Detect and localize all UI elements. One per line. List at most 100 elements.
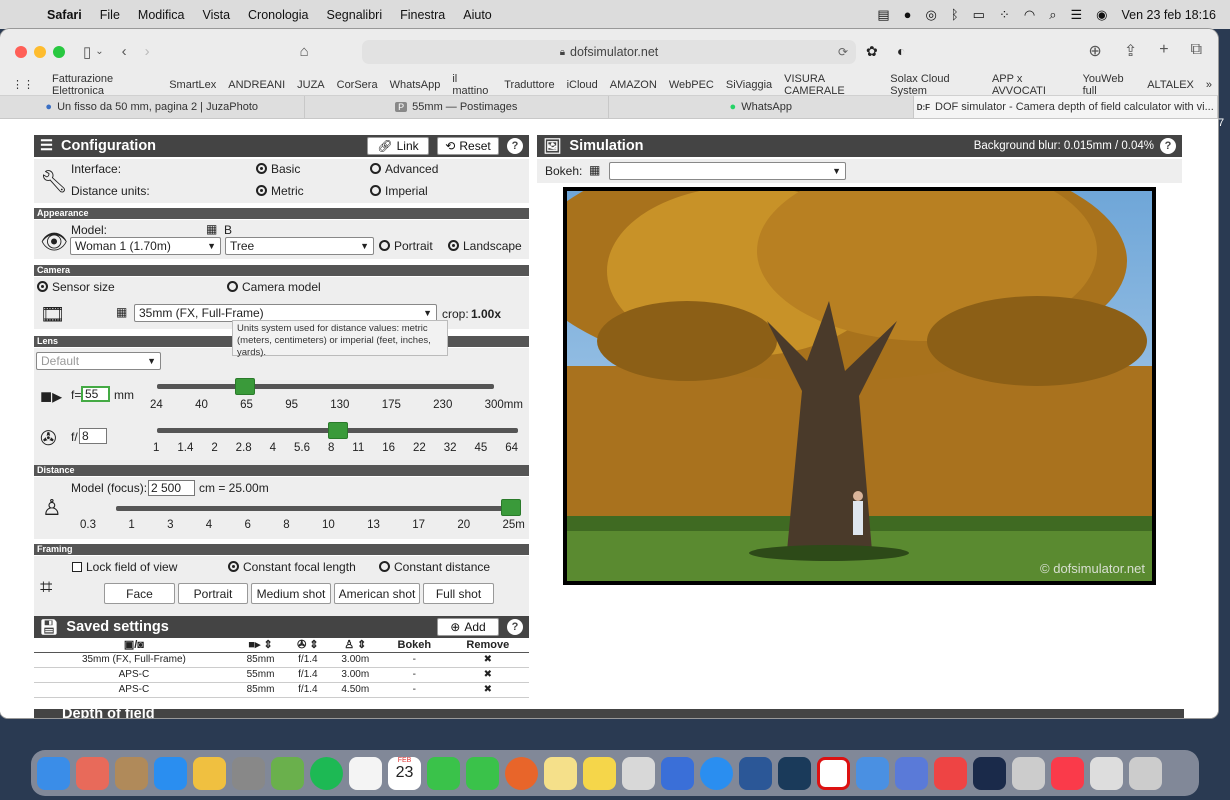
lens-select[interactable]: Default ▼ (36, 352, 161, 370)
help-icon[interactable]: ? (1160, 138, 1176, 154)
share-icon[interactable]: ⇪ (1124, 41, 1137, 61)
menu-bookmarks[interactable]: Segnalibri (318, 8, 392, 22)
extension-icon[interactable]: ✿ (866, 43, 878, 60)
vpn-icon[interactable] (973, 756, 1006, 790)
menu-edit[interactable]: Modifica (129, 8, 194, 22)
sensor-size-radio[interactable]: Sensor size (37, 280, 115, 294)
preview-icon[interactable] (895, 756, 928, 790)
model-select[interactable]: Woman 1 (1.70m) ▼ (70, 237, 221, 255)
bokeh-select[interactable]: ▼ (609, 162, 846, 180)
tab-whatsapp[interactable]: ● WhatsApp (609, 96, 914, 118)
chevron-down-icon[interactable]: ⌄ (95, 46, 103, 57)
reset-button[interactable]: ⟲ Reset (437, 137, 499, 155)
fav-item[interactable]: VISURA CAMERALE (778, 73, 884, 97)
distance-slider-handle[interactable] (501, 499, 521, 516)
printer-icon[interactable]: ▤ (877, 7, 889, 23)
remove-icon[interactable]: ✖ (446, 682, 529, 698)
finder-icon[interactable] (37, 756, 70, 790)
menu-history[interactable]: Cronologia (239, 8, 317, 22)
messages-icon[interactable] (427, 756, 460, 790)
full-shot-button[interactable]: Full shot (423, 583, 494, 604)
grid-icon[interactable]: ⋮⋮ (0, 78, 46, 91)
tab-juzaphoto[interactable]: ● Un fisso da 50 mm, pagina 2 | JuzaPhoto (0, 96, 305, 118)
fav-item[interactable]: CorSera (331, 79, 384, 91)
circle-icon[interactable]: ● (904, 7, 912, 22)
music-icon[interactable] (1051, 756, 1084, 790)
focal-slider-handle[interactable] (234, 378, 255, 395)
firefox-icon[interactable] (505, 756, 538, 790)
menu-file[interactable]: File (91, 8, 129, 22)
fav-item[interactable]: Traduttore (498, 79, 560, 91)
facetime-icon[interactable] (466, 756, 499, 790)
dots-icon[interactable]: ⁘ (999, 7, 1010, 23)
reload-icon[interactable]: ⟳ (838, 45, 848, 59)
sidebar-icon[interactable]: ▯ (83, 43, 91, 61)
menu-view[interactable]: Vista (193, 8, 239, 22)
new-tab-icon[interactable]: + (1159, 41, 1168, 61)
wifi-icon[interactable]: ◠ (1024, 7, 1035, 23)
grid-icon[interactable]: ▦ (116, 305, 127, 319)
remove-icon[interactable]: ✖ (446, 652, 529, 668)
pdf-icon[interactable] (622, 756, 655, 790)
contacts-icon[interactable] (115, 756, 148, 790)
background-select[interactable]: Tree ▼ (225, 237, 374, 255)
american-shot-button[interactable]: American shot (334, 583, 420, 604)
focal-slider-track[interactable] (157, 384, 494, 389)
minimize-button[interactable] (34, 45, 46, 58)
fav-item[interactable]: JUZA (291, 79, 331, 91)
fav-item[interactable]: AMAZON (604, 79, 663, 91)
focal-col[interactable]: ■▸ ⇕ (233, 638, 288, 653)
interface-advanced-radio[interactable]: Advanced (370, 162, 438, 176)
fav-item[interactable]: Fatturazione Elettronica (46, 73, 163, 97)
fav-item[interactable]: ALTALEX (1141, 79, 1200, 91)
calculator-icon[interactable] (778, 756, 811, 790)
aperture-slider-handle[interactable] (327, 422, 348, 439)
focus-input[interactable]: 2 500 (148, 480, 195, 496)
trash-icon[interactable] (1129, 756, 1162, 790)
spotify-icon[interactable] (310, 756, 343, 790)
fav-item[interactable]: iCloud (561, 79, 604, 91)
landscape-radio[interactable]: Landscape (448, 239, 522, 253)
siri-icon[interactable]: ◉ (1096, 7, 1107, 23)
medium-shot-button[interactable]: Medium shot (251, 583, 331, 604)
back-icon[interactable]: ‹ (122, 43, 127, 60)
constant-focal-radio[interactable]: Constant focal length (228, 560, 356, 574)
address-bar[interactable]: 🔒︎ dofsimulator.net ⟳ (362, 40, 856, 64)
constant-distance-radio[interactable]: Constant distance (379, 560, 490, 574)
forward-icon[interactable]: › (145, 43, 150, 60)
menu-help[interactable]: Aiuto (454, 8, 501, 22)
more-favorites-icon[interactable]: » (1200, 79, 1218, 91)
portrait-radio[interactable]: Portrait (379, 239, 433, 253)
calendar-icon[interactable]: FEB 23 (388, 756, 421, 790)
units-metric-radio[interactable]: Metric (256, 184, 304, 198)
portrait-button[interactable]: Portrait (178, 583, 248, 604)
interface-basic-radio[interactable]: Basic (256, 162, 300, 176)
bokeh-col[interactable]: Bokeh (382, 638, 447, 653)
help-icon[interactable]: ? (507, 619, 523, 635)
tab-dof-simulator[interactable]: D:F DOF simulator - Camera depth of field… (913, 96, 1218, 118)
scanner-icon[interactable] (1012, 756, 1045, 790)
help-icon[interactable]: ? (507, 138, 523, 154)
fav-item[interactable]: YouWeb full (1077, 73, 1142, 97)
photos-icon[interactable] (193, 756, 226, 790)
aperture-col[interactable]: ✇ ⇕ (287, 638, 329, 653)
mail-icon[interactable] (856, 756, 889, 790)
tab-postimages[interactable]: P 55mm — Postimages (305, 96, 609, 118)
fav-item[interactable]: SmartLex (163, 79, 222, 91)
grid-icon[interactable]: ▦ (206, 222, 217, 236)
close-button[interactable] (15, 45, 27, 58)
safari-icon[interactable] (700, 756, 733, 790)
reminders-icon[interactable] (349, 756, 382, 790)
fav-item[interactable]: WebPEC (663, 79, 720, 91)
table-row[interactable]: APS-C 85mm f/1.4 4.50m - ✖ (34, 682, 529, 698)
remove-icon[interactable]: ✖ (446, 667, 529, 683)
downloads-icon[interactable] (1090, 756, 1123, 790)
voice-memo-icon[interactable] (934, 756, 967, 790)
launchpad-icon[interactable] (76, 756, 109, 790)
focal-input[interactable]: 55 (81, 386, 110, 402)
lock-fov-checkbox[interactable]: Lock field of view (72, 560, 177, 574)
menu-app[interactable]: Safari (38, 8, 91, 22)
shield-icon[interactable]: ◐ (897, 43, 905, 59)
fav-item[interactable]: APP x AVVOCATI (986, 73, 1077, 97)
zoom-button[interactable] (53, 45, 65, 58)
